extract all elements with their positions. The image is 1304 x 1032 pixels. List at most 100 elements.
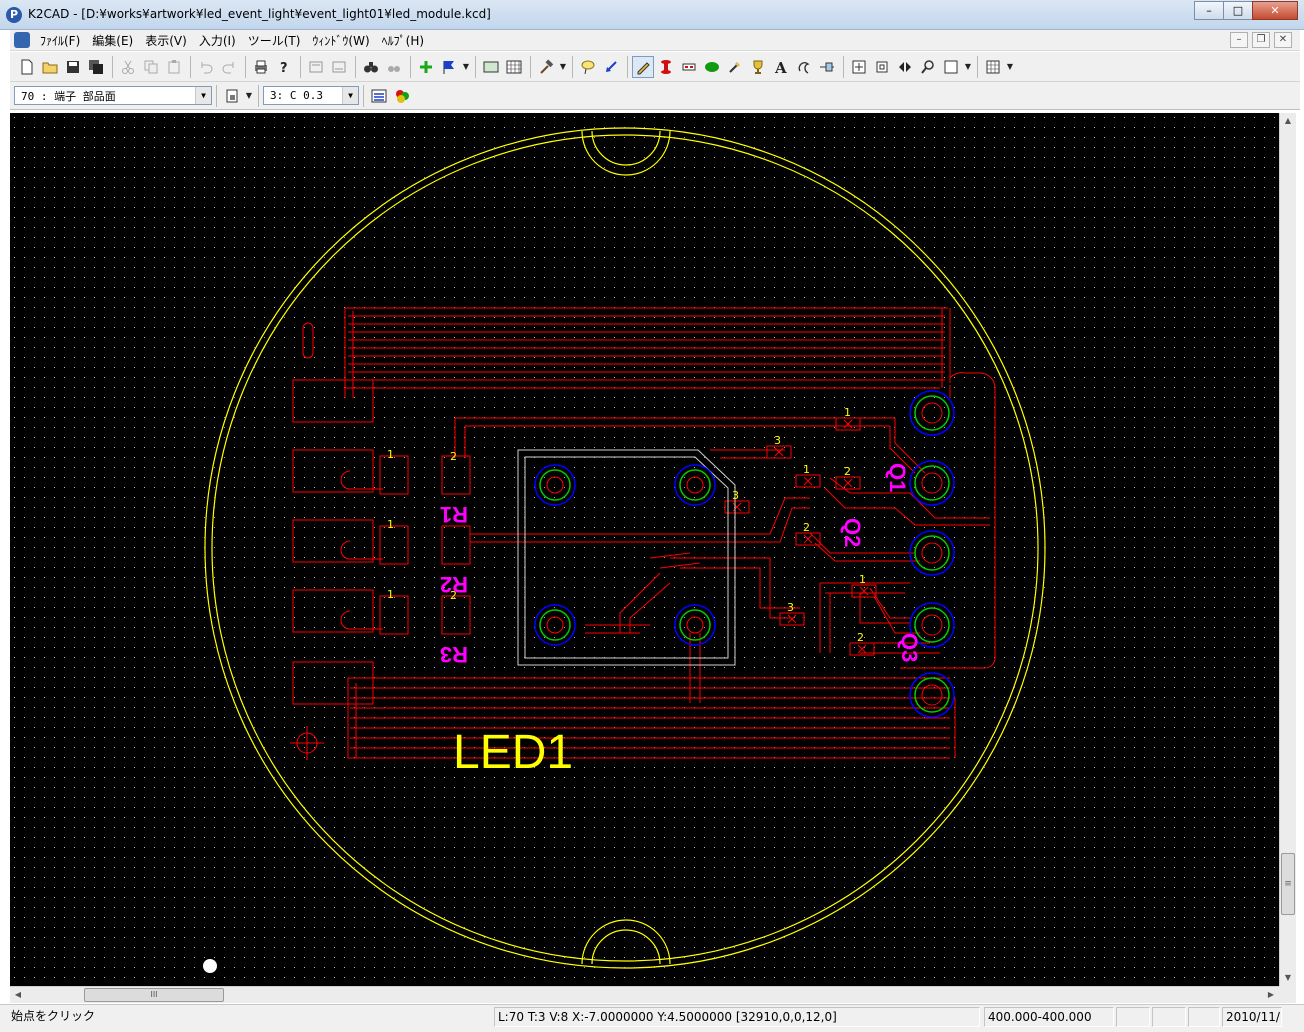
line-style-button[interactable] bbox=[368, 85, 390, 107]
scroll-left-arrow-icon[interactable]: ◀ bbox=[10, 987, 26, 1003]
magnifier-icon bbox=[921, 59, 934, 74]
brush-icon bbox=[729, 61, 740, 73]
toolbar-separator bbox=[363, 84, 364, 107]
menu-view[interactable]: 表示(V) bbox=[139, 32, 193, 49]
hammer-tool-button[interactable] bbox=[535, 56, 557, 78]
add-part-button[interactable] bbox=[415, 56, 437, 78]
menu-edit[interactable]: 編集(E) bbox=[86, 32, 139, 49]
new-file-button[interactable] bbox=[16, 56, 38, 78]
vertical-scrollbar[interactable]: ▲ ≡ ▼ bbox=[1279, 113, 1296, 986]
svg-text:2: 2 bbox=[803, 521, 810, 534]
pcb-drawing: 131 232 132 111 22 LED1 Q1 Q2 Q3 R1 R2 R… bbox=[10, 113, 1279, 986]
close-button[interactable]: ✕ bbox=[1252, 1, 1298, 20]
redo-button[interactable] bbox=[218, 56, 240, 78]
toolbar-separator bbox=[410, 55, 411, 78]
paint-button[interactable] bbox=[724, 56, 746, 78]
text-button[interactable]: A bbox=[770, 56, 792, 78]
hammer-dropdown-icon[interactable]: ▼ bbox=[558, 56, 568, 78]
draw-line-button[interactable] bbox=[632, 55, 654, 78]
grid-dropdown-icon[interactable]: ▼ bbox=[1005, 56, 1015, 78]
layer-up-button[interactable] bbox=[305, 56, 327, 78]
zoom-in-button[interactable] bbox=[848, 56, 870, 78]
minimize-button[interactable]: – bbox=[1194, 1, 1224, 20]
footprint-icon bbox=[682, 63, 696, 70]
status-message: 始点をクリック bbox=[11, 1009, 96, 1023]
arc-button[interactable] bbox=[793, 56, 815, 78]
menu-window[interactable]: ｳｨﾝﾄﾞｳ(W) bbox=[306, 32, 375, 49]
copy-button[interactable] bbox=[140, 56, 162, 78]
menu-input[interactable]: 入力(I) bbox=[193, 32, 242, 49]
save-all-button[interactable] bbox=[85, 56, 107, 78]
color-button[interactable] bbox=[391, 85, 413, 107]
paste-button[interactable] bbox=[163, 56, 185, 78]
replace-button[interactable] bbox=[383, 56, 405, 78]
menu-tools[interactable]: ツール(T) bbox=[242, 32, 307, 49]
chevron-down-icon: ▼ bbox=[195, 87, 211, 104]
marker-dropdown-icon[interactable]: ▼ bbox=[461, 56, 471, 78]
flip-button[interactable] bbox=[894, 56, 916, 78]
layer-visibility-button[interactable] bbox=[221, 85, 243, 107]
mdi-restore-button[interactable]: ❐ bbox=[1252, 32, 1270, 48]
pad-button[interactable] bbox=[701, 56, 723, 78]
layer-select[interactable]: 70 : 端子 部品面 ▼ bbox=[14, 86, 212, 105]
svg-text:3: 3 bbox=[774, 434, 781, 447]
svg-text:1: 1 bbox=[387, 518, 394, 531]
cut-button[interactable] bbox=[117, 56, 139, 78]
connector-button[interactable] bbox=[816, 56, 838, 78]
horizontal-scroll-thumb[interactable]: III bbox=[84, 988, 224, 1002]
scroll-down-arrow-icon[interactable]: ▼ bbox=[1280, 970, 1296, 986]
find-button[interactable] bbox=[360, 56, 382, 78]
paste-icon bbox=[168, 59, 180, 73]
r3-label: R3 bbox=[440, 642, 468, 667]
trace-button[interactable] bbox=[655, 56, 677, 78]
svg-text:3: 3 bbox=[787, 601, 794, 614]
document-icon[interactable] bbox=[14, 32, 30, 48]
undo-button[interactable] bbox=[195, 56, 217, 78]
zoom-out-button[interactable] bbox=[871, 56, 893, 78]
svg-text:?: ? bbox=[280, 61, 288, 75]
window-controls: – □ ✕ bbox=[1194, 1, 1298, 20]
status-date: 2010/11/ bbox=[1222, 1007, 1282, 1027]
help-button[interactable]: ? bbox=[273, 56, 295, 78]
footprint-button[interactable] bbox=[678, 56, 700, 78]
scroll-right-arrow-icon[interactable]: ▶ bbox=[1263, 987, 1279, 1003]
scissors-icon bbox=[122, 60, 134, 74]
q1-label: Q1 bbox=[885, 463, 910, 492]
menu-file[interactable]: ﾌｧｲﾙ(F) bbox=[34, 32, 86, 49]
line-width-select-value: 3: C 0.3 bbox=[270, 89, 323, 102]
mdi-minimize-button[interactable]: – bbox=[1230, 32, 1248, 48]
grid-settings-button[interactable] bbox=[982, 56, 1004, 78]
open-file-button[interactable] bbox=[39, 56, 61, 78]
frame-dropdown-icon[interactable]: ▼ bbox=[963, 56, 973, 78]
pointer-button[interactable] bbox=[600, 56, 622, 78]
frame-button[interactable] bbox=[940, 56, 962, 78]
save-button[interactable] bbox=[62, 56, 84, 78]
menu-help[interactable]: ﾍﾙﾌﾟ(H) bbox=[376, 32, 430, 49]
toolbar-separator bbox=[355, 55, 356, 78]
horizontal-scrollbar[interactable]: ◀ III ▶ bbox=[10, 986, 1279, 1003]
title-bar: P K2CAD - [D:¥works¥artwork¥led_event_li… bbox=[0, 0, 1304, 30]
print-button[interactable] bbox=[250, 56, 272, 78]
line-width-select[interactable]: 3: C 0.3 ▼ bbox=[263, 86, 359, 105]
svg-text:A: A bbox=[774, 59, 787, 75]
r2-label: R2 bbox=[440, 572, 468, 597]
cad-canvas[interactable]: 131 232 132 111 22 LED1 Q1 Q2 Q3 R1 R2 R… bbox=[10, 113, 1279, 986]
line-style-icon bbox=[371, 89, 387, 102]
printer-icon bbox=[255, 60, 267, 73]
mdi-close-button[interactable]: ✕ bbox=[1274, 32, 1292, 48]
layer-down-button[interactable] bbox=[328, 56, 350, 78]
vertical-scroll-thumb[interactable]: ≡ bbox=[1281, 853, 1295, 915]
replace-icon bbox=[388, 65, 400, 72]
lasso-button[interactable] bbox=[577, 56, 599, 78]
award-button[interactable] bbox=[747, 56, 769, 78]
zoom-window-button[interactable] bbox=[917, 56, 939, 78]
scroll-up-arrow-icon[interactable]: ▲ bbox=[1280, 113, 1296, 129]
maximize-button[interactable]: □ bbox=[1223, 1, 1253, 20]
toolbar-separator bbox=[300, 55, 301, 78]
layer-visibility-dropdown-icon[interactable]: ▼ bbox=[244, 85, 254, 107]
marker-button[interactable] bbox=[438, 56, 460, 78]
color-palette-icon bbox=[396, 89, 409, 103]
board-view-button[interactable] bbox=[480, 56, 502, 78]
menu-bar: ﾌｧｲﾙ(F) 編集(E) 表示(V) 入力(I) ツール(T) ｳｨﾝﾄﾞｳ(… bbox=[10, 30, 1300, 51]
grid-view-button[interactable] bbox=[503, 56, 525, 78]
